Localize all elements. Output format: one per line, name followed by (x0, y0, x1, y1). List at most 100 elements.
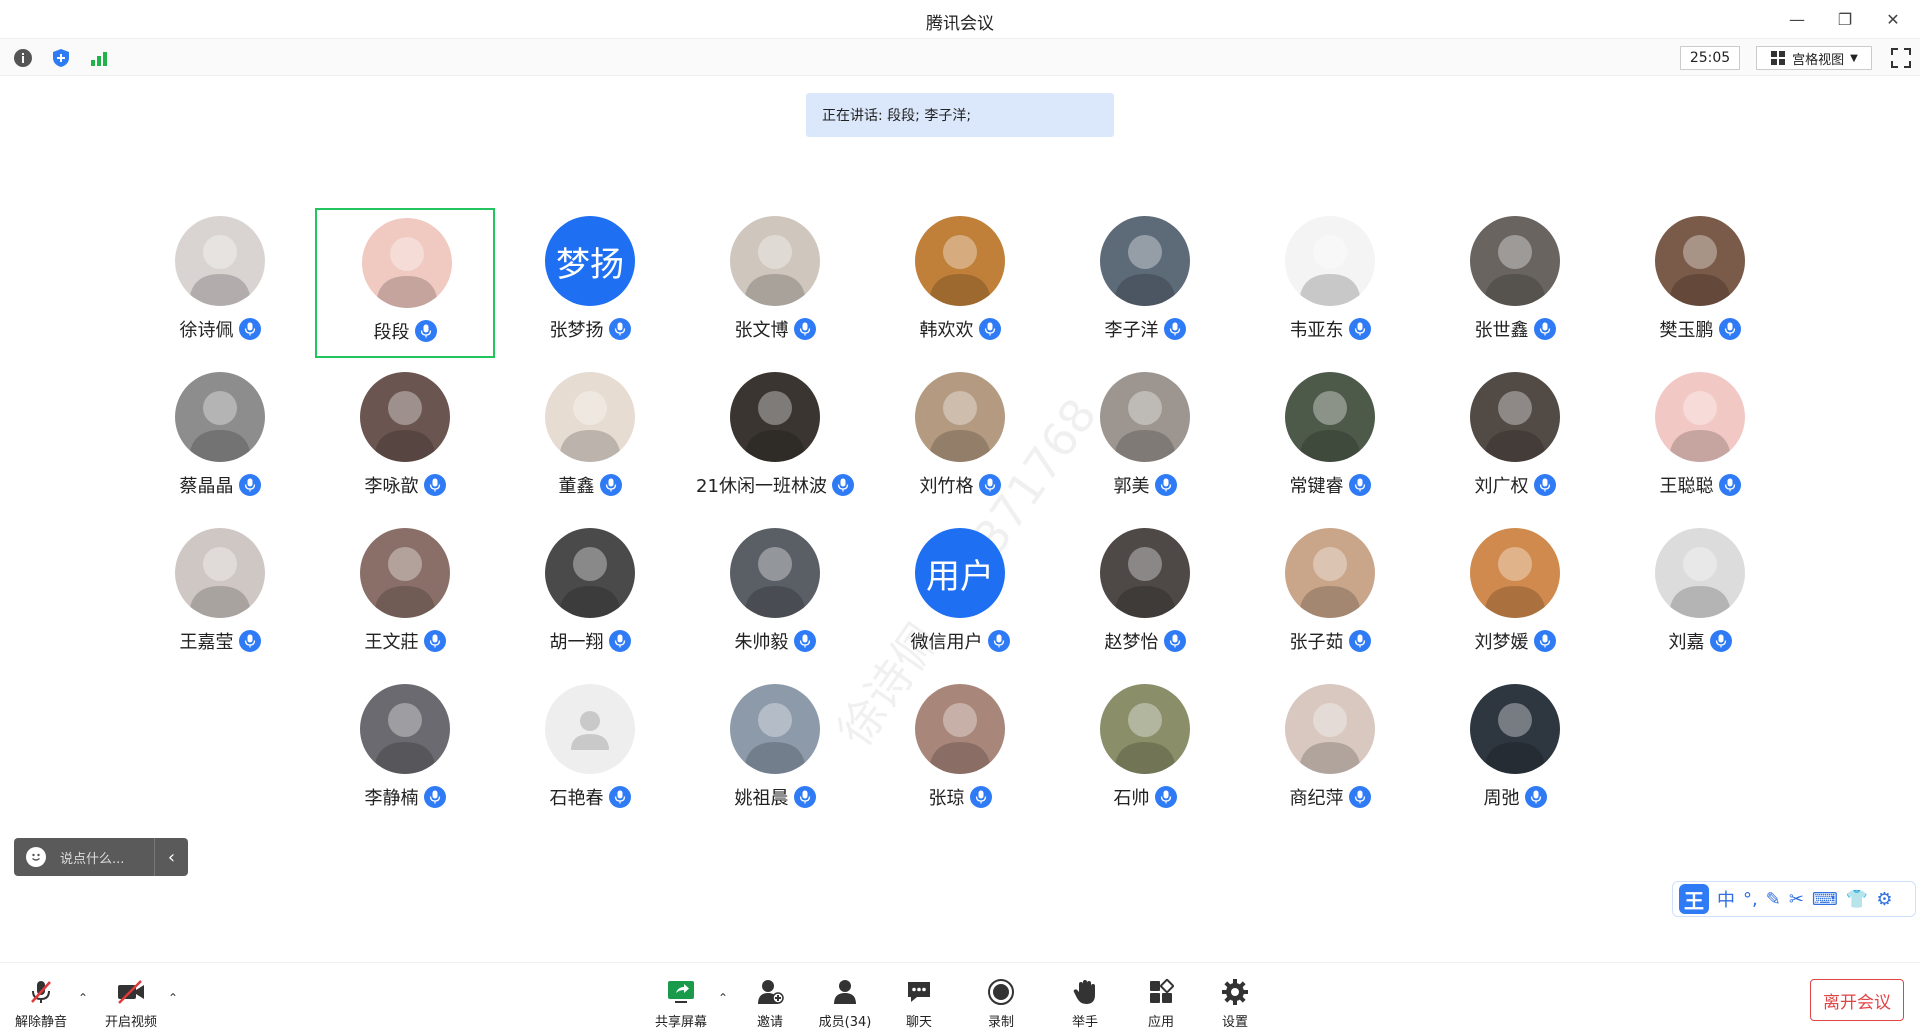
participant-tile[interactable]: 张世鑫 (1425, 208, 1605, 358)
ime-mode[interactable]: 中 (1717, 886, 1735, 912)
restore-button[interactable]: ❐ (1832, 6, 1858, 32)
share-options-caret[interactable]: ⌃ (718, 991, 728, 1005)
participant-tile[interactable]: 用户 微信用户 (870, 520, 1050, 670)
participant-tile[interactable]: 21休闲一班林波 (685, 364, 865, 514)
participant-tile[interactable]: 常键睿 (1240, 364, 1420, 514)
invite-button[interactable]: 邀请 (735, 977, 805, 1030)
chat-input-box[interactable]: 说点什么... ‹ (14, 838, 188, 876)
raise-hand-button[interactable]: 举手 (1050, 977, 1120, 1030)
start-video-button[interactable]: 开启视频 (96, 977, 166, 1030)
share-screen-button[interactable]: 共享屏幕 (646, 977, 716, 1030)
avatar (730, 216, 820, 306)
add-user-icon (754, 977, 786, 1007)
leave-meeting-button[interactable]: 离开会议 (1810, 979, 1904, 1021)
shield-icon (53, 49, 69, 67)
apps-icon (1145, 977, 1177, 1007)
minimize-icon: — (1789, 9, 1805, 29)
invite-label: 邀请 (756, 1015, 783, 1030)
participant-tile[interactable]: 周弛 (1425, 676, 1605, 826)
avatar-photo (929, 235, 991, 306)
emoji-icon[interactable] (26, 847, 46, 867)
participant-tile[interactable]: 王聪聪 (1610, 364, 1790, 514)
participant-tile[interactable]: 朱帅毅 (685, 520, 865, 670)
avatar (175, 216, 265, 306)
participant-name: 董鑫 (558, 476, 595, 497)
info-button[interactable] (12, 47, 34, 69)
apps-button[interactable]: 应用 (1126, 977, 1196, 1030)
network-button[interactable] (88, 47, 110, 69)
members-button[interactable]: 成员(34) (810, 977, 880, 1030)
participant-tile[interactable]: 徐诗佩 (130, 208, 310, 358)
participant-tile[interactable]: 樊玉鹏 (1610, 208, 1790, 358)
participant-tile[interactable]: 蔡晶晶 (130, 364, 310, 514)
mic-icon (608, 318, 631, 340)
participant-tile[interactable]: 张琼 (870, 676, 1050, 826)
pen-icon[interactable]: ✎ (1766, 889, 1781, 910)
participant-name-row: 张梦扬 (500, 316, 680, 342)
minimize-button[interactable]: — (1784, 6, 1810, 32)
avatar (1100, 684, 1190, 774)
unmute-button[interactable]: 解除静音 (6, 977, 76, 1030)
participant-tile[interactable]: 赵梦怡 (1055, 520, 1235, 670)
view-mode-dropdown[interactable]: 宫格视图 ▼ (1756, 46, 1872, 70)
participant-tile[interactable]: 李子洋 (1055, 208, 1235, 358)
participant-tile[interactable]: 胡一翔 (500, 520, 680, 670)
participant-tile[interactable]: 刘梦媛 (1425, 520, 1605, 670)
avatar-photo (1484, 391, 1546, 462)
participant-tile[interactable]: 郭美 (1055, 364, 1235, 514)
ime-logo[interactable]: 王 (1679, 884, 1709, 914)
participant-name-row: 韦亚东 (1240, 316, 1420, 342)
avatar (545, 684, 635, 774)
fullscreen-button[interactable] (1890, 47, 1912, 69)
participant-tile[interactable]: 商纪萍 (1240, 676, 1420, 826)
participant-name-row: 李子洋 (1055, 316, 1235, 342)
participant-tile[interactable]: 石帅 (1055, 676, 1235, 826)
participant-tile[interactable]: 刘广权 (1425, 364, 1605, 514)
avatar-photo (1114, 391, 1176, 462)
participant-name-row: 张琼 (870, 784, 1050, 810)
audio-options-caret[interactable]: ⌃ (78, 991, 88, 1005)
chat-button[interactable]: 聊天 (884, 977, 954, 1030)
keyboard-icon[interactable]: ⌨ (1812, 889, 1838, 910)
participant-tile[interactable]: 王文莊 (315, 520, 495, 670)
punctuation-icon[interactable]: °, (1743, 889, 1758, 910)
participant-tile[interactable]: 韦亚东 (1240, 208, 1420, 358)
participant-name: 刘嘉 (1668, 632, 1705, 653)
participant-name: 樊玉鹏 (1659, 320, 1714, 341)
video-options-caret[interactable]: ⌃ (168, 991, 178, 1005)
participant-tile[interactable]: 刘嘉 (1610, 520, 1790, 670)
participant-tile[interactable]: 王嘉莹 (130, 520, 310, 670)
participant-tile[interactable]: 张子茹 (1240, 520, 1420, 670)
gear-icon[interactable]: ⚙ (1876, 889, 1892, 910)
participant-tile[interactable]: 李咏歆 (315, 364, 495, 514)
participant-name: 王嘉莹 (179, 632, 234, 653)
participant-tile[interactable]: 梦扬 张梦扬 (500, 208, 680, 358)
avatar-photo (1669, 235, 1731, 306)
participant-name: 21休闲一班林波 (696, 476, 827, 497)
mic-icon (793, 318, 816, 340)
mic-icon (608, 630, 631, 652)
mic-icon (793, 786, 816, 808)
close-button[interactable]: ✕ (1880, 6, 1906, 32)
settings-button[interactable]: 设置 (1200, 977, 1270, 1030)
avatar: 梦扬 (545, 216, 635, 306)
participant-tile[interactable]: 董鑫 (500, 364, 680, 514)
scissors-icon[interactable]: ✂ (1789, 889, 1804, 910)
avatar-initials: 梦扬 (556, 244, 624, 285)
participant-tile[interactable]: 段段 (315, 208, 495, 358)
record-button[interactable]: 录制 (966, 977, 1036, 1030)
avatar (175, 528, 265, 618)
mic-icon (978, 474, 1001, 496)
skin-icon[interactable]: 👕 (1846, 889, 1868, 910)
participant-tile[interactable]: 刘竹格 (870, 364, 1050, 514)
security-button[interactable] (50, 47, 72, 69)
collapse-chat-button[interactable]: ‹ (154, 838, 188, 876)
avatar (1285, 528, 1375, 618)
participant-name-row: 21休闲一班林波 (685, 472, 865, 498)
participant-tile[interactable]: 姚祖晨 (685, 676, 865, 826)
participant-tile[interactable]: 韩欢欢 (870, 208, 1050, 358)
participant-name-row: 石帅 (1055, 784, 1235, 810)
participant-tile[interactable]: 石艳春 (500, 676, 680, 826)
participant-tile[interactable]: 李静楠 (315, 676, 495, 826)
participant-tile[interactable]: 张文博 (685, 208, 865, 358)
